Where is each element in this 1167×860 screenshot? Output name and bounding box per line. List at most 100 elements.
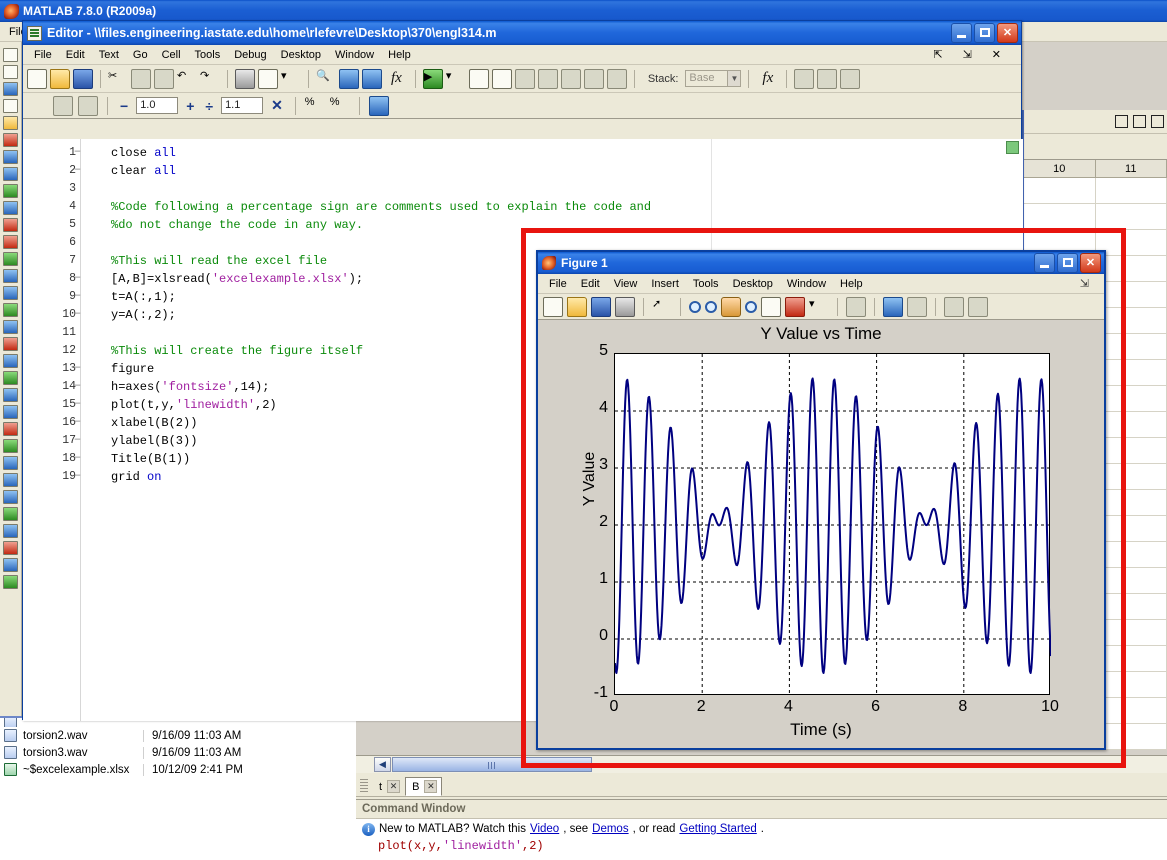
exit-debug-icon[interactable] — [606, 68, 627, 89]
figure-window-controls[interactable]: ✕ — [1034, 253, 1104, 273]
new-file-icon[interactable] — [3, 48, 18, 62]
fig-menu-edit[interactable]: Edit — [574, 276, 607, 292]
menu-help[interactable]: Help — [381, 47, 418, 63]
minimize-button[interactable] — [951, 23, 972, 43]
tile-grid-icon[interactable] — [794, 68, 815, 89]
current-folder-file-list[interactable]: torsion2.wav 9/16/09 11:03 AM torsion3.w… — [0, 716, 356, 860]
breakpoint-marker-icon[interactable]: − — [74, 414, 81, 432]
paste-icon[interactable] — [154, 68, 174, 89]
menu-window[interactable]: Window — [328, 47, 381, 63]
maximize-button[interactable] — [974, 23, 995, 43]
print-icon[interactable] — [235, 68, 255, 89]
breakpoint-marker-icon[interactable]: − — [74, 144, 81, 162]
fig-menu-insert[interactable]: Insert — [644, 276, 686, 292]
figure-toolbar[interactable]: ➚ ▾ — [538, 294, 1104, 320]
word-file-icon[interactable] — [3, 405, 18, 419]
colormap-icon[interactable] — [883, 296, 903, 317]
cell[interactable] — [1024, 204, 1096, 229]
tile-columns-icon[interactable] — [1133, 115, 1146, 128]
word-file-icon[interactable] — [3, 388, 18, 402]
link-plot-icon[interactable] — [846, 296, 866, 317]
cell[interactable] — [1024, 178, 1096, 203]
print-preview-icon[interactable] — [258, 68, 278, 89]
word-file-icon[interactable] — [3, 354, 18, 368]
table-row[interactable] — [1024, 178, 1167, 204]
rotate-3d-icon[interactable] — [745, 300, 757, 313]
figure-canvas[interactable]: Y Value vs Time Y Value -1 0 1 2 3 4 5 0 2 4 6 8 10… — [538, 320, 1104, 748]
page-icon[interactable] — [3, 99, 18, 113]
decrement-button[interactable]: − — [117, 98, 131, 114]
continue-icon[interactable] — [583, 68, 604, 89]
pdf-file-icon[interactable] — [3, 218, 18, 232]
comment-increase-icon[interactable]: % — [305, 96, 325, 116]
increment-button[interactable]: + — [183, 98, 197, 114]
word-file-icon[interactable] — [3, 150, 18, 164]
menu-debug[interactable]: Debug — [227, 47, 273, 63]
fig-menu-desktop[interactable]: Desktop — [726, 276, 780, 292]
insert-cell-divider-icon[interactable] — [78, 95, 98, 116]
plot-area[interactable] — [614, 353, 1051, 696]
tab-variable-b[interactable]: B ✕ — [405, 777, 443, 796]
pdf-file-icon[interactable] — [3, 541, 18, 555]
fig-menu-view[interactable]: View — [607, 276, 645, 292]
code-line[interactable] — [111, 180, 1023, 198]
fig-menu-help[interactable]: Help — [833, 276, 870, 292]
cell-value-right[interactable]: 1.1 — [221, 97, 264, 114]
word-file-icon[interactable] — [3, 269, 18, 283]
new-figure-icon[interactable] — [543, 296, 563, 317]
drag-grip-icon[interactable] — [360, 779, 368, 793]
save-figure-icon[interactable] — [591, 296, 611, 317]
doc-icon[interactable] — [3, 65, 18, 79]
back-icon[interactable] — [339, 68, 359, 89]
run-icon[interactable]: ▶ — [422, 68, 443, 89]
help-info-icon[interactable] — [368, 95, 389, 116]
word-file-icon[interactable] — [3, 558, 18, 572]
breakpoint-marker-icon[interactable]: − — [74, 432, 81, 450]
breakpoint-marker-icon[interactable]: − — [74, 378, 81, 396]
tile-rows-icon[interactable] — [840, 68, 861, 89]
editor-window-controls[interactable]: ✕ — [951, 23, 1021, 43]
pdf-file-icon[interactable] — [3, 422, 18, 436]
word-file-icon[interactable] — [3, 490, 18, 504]
fig-menu-tools[interactable]: Tools — [686, 276, 726, 292]
menu-cell[interactable]: Cell — [155, 47, 188, 63]
print-figure-icon[interactable] — [615, 296, 635, 317]
excel-file-icon[interactable] — [3, 371, 18, 385]
breakpoint-marker-icon[interactable]: − — [74, 270, 81, 288]
redo-icon[interactable]: ↷ — [200, 69, 220, 89]
comment-decrease-icon[interactable]: % — [330, 96, 350, 116]
new-script-icon[interactable] — [27, 68, 47, 89]
word-file-icon[interactable] — [3, 286, 18, 300]
close-icon[interactable]: ✕ — [387, 780, 401, 793]
menu-desktop[interactable]: Desktop — [274, 47, 328, 63]
fig-menu-window[interactable]: Window — [780, 276, 833, 292]
word-file-icon[interactable] — [3, 524, 18, 538]
list-item[interactable]: ~$excelexample.xlsx 10/12/09 2:41 PM — [0, 761, 356, 778]
excel-file-icon[interactable] — [3, 575, 18, 589]
breakpoint-marker-icon[interactable]: − — [74, 396, 81, 414]
find-icon[interactable]: 🔍 — [316, 69, 336, 89]
zoom-in-icon[interactable] — [689, 300, 701, 313]
table-row[interactable] — [1024, 204, 1167, 230]
word-file-icon[interactable] — [3, 167, 18, 181]
save-icon[interactable] — [73, 68, 93, 89]
excel-file-icon[interactable] — [3, 507, 18, 521]
video-link[interactable]: Video — [530, 823, 559, 835]
tile-grid-icon[interactable] — [1115, 115, 1128, 128]
undo-icon[interactable]: ↶ — [177, 69, 197, 89]
word-file-icon[interactable] — [3, 201, 18, 215]
scroll-indicator[interactable] — [1006, 141, 1019, 154]
print-dropdown-icon[interactable]: ▾ — [281, 69, 301, 89]
variable-tab-strip[interactable]: t ✕ B ✕ — [356, 775, 1167, 797]
tile-rows-icon[interactable] — [1151, 115, 1164, 128]
pointer-icon[interactable]: ➚ — [652, 297, 672, 317]
data-cursor-icon[interactable] — [761, 296, 781, 317]
menu-text[interactable]: Text — [92, 47, 126, 63]
editor-titlebar[interactable]: Editor - \\files.engineering.iastate.edu… — [23, 21, 1021, 45]
function-browser-icon[interactable]: fx — [385, 70, 408, 87]
command-window-code-line[interactable]: plot(x,y,'linewidth',2) — [356, 839, 1167, 853]
stack-select[interactable]: Base ▼ — [685, 70, 742, 87]
folder-icon[interactable] — [3, 116, 18, 130]
tile-columns-icon[interactable] — [817, 68, 838, 89]
run-dropdown-icon[interactable]: ▾ — [446, 69, 466, 89]
